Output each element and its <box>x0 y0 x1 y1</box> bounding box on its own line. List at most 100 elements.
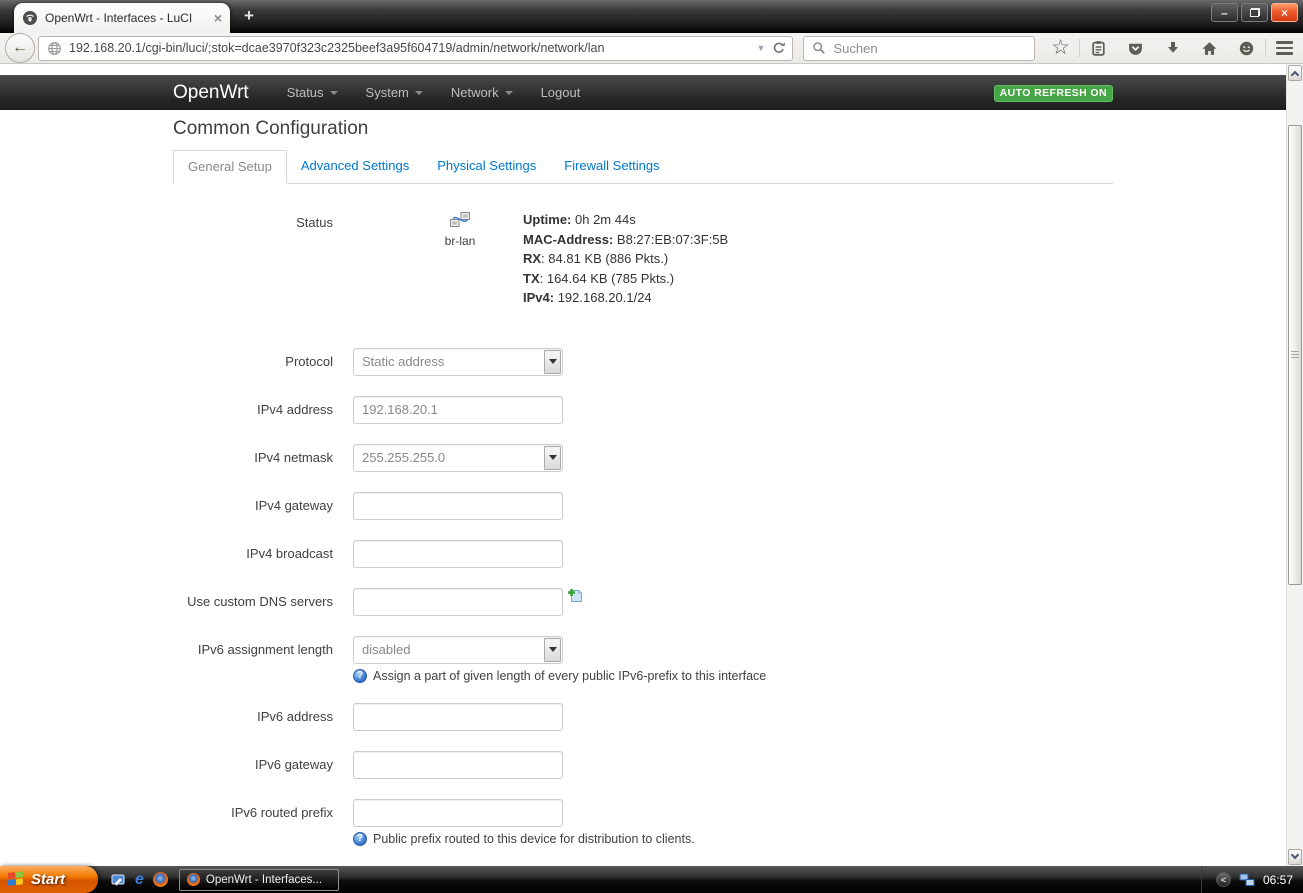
ipv4-gateway-input[interactable] <box>353 492 563 520</box>
tab-physical-settings[interactable]: Physical Settings <box>423 150 550 184</box>
help-text: Public prefix routed to this device for … <box>373 832 695 846</box>
window-restore-button[interactable] <box>1241 3 1268 22</box>
pocket-icon[interactable] <box>1117 33 1154 63</box>
menu-system[interactable]: System <box>352 85 437 100</box>
menu-status[interactable]: Status <box>273 85 352 100</box>
network-tray-icon[interactable] <box>1239 873 1255 887</box>
auto-refresh-badge: AUTO REFRESH ON <box>994 85 1113 102</box>
chevron-down-icon <box>415 91 423 95</box>
select-value: disabled <box>362 637 410 663</box>
url-text: 192.168.20.1/cgi-bin/luci/;stok=dcae3970… <box>69 41 753 55</box>
globe-icon <box>47 41 62 56</box>
scroll-up-button[interactable] <box>1288 65 1302 81</box>
luci-menu: StatusSystemNetwork <box>273 85 527 100</box>
hello-chat-icon[interactable] <box>1228 33 1265 63</box>
tray-collapse-icon[interactable]: < <box>1216 872 1231 887</box>
show-desktop-icon[interactable] <box>111 873 126 887</box>
system-tray: < 06:57 <box>1201 866 1303 893</box>
add-dns-entry-icon[interactable] <box>567 587 585 605</box>
form-row-ipv6-assignment-length: IPv6 assignment lengthdisabled?Assign a … <box>173 636 1113 683</box>
ipv6-assignment-length-select[interactable]: disabled <box>353 636 563 664</box>
use-custom-dns-servers-input[interactable] <box>353 588 563 616</box>
menu-network[interactable]: Network <box>437 85 527 100</box>
firefox-icon[interactable] <box>153 872 168 887</box>
form-row-use-custom-dns-servers: Use custom DNS servers <box>173 588 1113 616</box>
new-tab-button[interactable]: + <box>244 6 254 26</box>
tab-firewall-settings[interactable]: Firewall Settings <box>550 150 673 184</box>
tab-advanced-settings[interactable]: Advanced Settings <box>287 150 423 184</box>
task-label: OpenWrt - Interfaces... <box>206 874 322 886</box>
restore-icon <box>1250 8 1260 17</box>
bookmark-star-icon[interactable]: ☆ <box>1042 32 1079 62</box>
chevron-down-icon <box>505 91 513 95</box>
openwrt-favicon-icon <box>22 10 38 26</box>
back-button[interactable]: ← <box>5 33 35 63</box>
taskbar-task-button[interactable]: OpenWrt - Interfaces... <box>179 869 339 891</box>
chevron-down-icon[interactable] <box>544 638 561 662</box>
internet-explorer-icon[interactable]: e <box>135 872 144 888</box>
status-row: Status br-lan Uptime: 0h 2m 44sMAC-Addre… <box>173 210 1113 308</box>
form-field <box>353 540 563 568</box>
status-line: RX: 84.81 KB (886 Pkts.) <box>523 249 728 269</box>
help-text: Assign a part of given length of every p… <box>373 669 766 683</box>
window-minimize-button[interactable]: – <box>1211 3 1238 22</box>
home-icon[interactable] <box>1191 33 1228 63</box>
chevron-down-icon <box>1291 851 1299 859</box>
chevron-down-icon <box>330 91 338 95</box>
ipv6-address-input[interactable] <box>353 703 563 731</box>
openwrt-brand[interactable]: OpenWrt <box>173 82 249 104</box>
tab-close-icon[interactable]: × <box>214 11 222 25</box>
form-row-ipv4-broadcast: IPv4 broadcast <box>173 540 1113 568</box>
chevron-down-icon[interactable] <box>544 446 561 470</box>
form-row-ipv4-address: IPv4 address <box>173 396 1113 424</box>
url-bar[interactable]: 192.168.20.1/cgi-bin/luci/;stok=dcae3970… <box>38 36 793 61</box>
ipv4-broadcast-input[interactable] <box>353 540 563 568</box>
tabs: General SetupAdvanced SettingsPhysical S… <box>173 150 1113 184</box>
start-button[interactable]: Start <box>0 866 98 893</box>
vertical-scrollbar[interactable] <box>1286 64 1303 866</box>
ipv6-routed-prefix-label: IPv6 routed prefix <box>173 799 353 846</box>
search-placeholder: Suchen <box>833 41 877 56</box>
ipv6-gateway-input[interactable] <box>353 751 563 779</box>
reading-list-icon[interactable] <box>1080 33 1117 63</box>
menu-logout[interactable]: Logout <box>527 85 595 100</box>
use-custom-dns-servers-label: Use custom DNS servers <box>173 588 353 616</box>
form-field <box>353 492 563 520</box>
form-field <box>353 703 563 731</box>
form-field <box>353 588 563 616</box>
search-icon <box>812 41 826 55</box>
help-row: ? Public prefix routed to this device for… <box>353 832 695 846</box>
interface-name: br-lan <box>405 234 515 248</box>
form-row-ipv4-gateway: IPv4 gateway <box>173 492 1113 520</box>
status-label: Status <box>173 210 353 308</box>
reload-icon[interactable] <box>772 41 786 55</box>
browser-tab[interactable]: OpenWrt - Interfaces - LuCI × <box>14 3 230 33</box>
help-icon: ? <box>353 832 367 846</box>
logout-label: Logout <box>541 85 581 100</box>
ipv4-address-input[interactable] <box>353 396 563 424</box>
search-input[interactable]: Suchen <box>803 36 1035 61</box>
ipv4-netmask-select[interactable]: 255.255.255.0 <box>353 444 563 472</box>
start-label: Start <box>31 871 65 888</box>
menu-hamburger-icon[interactable] <box>1266 33 1303 63</box>
window-close-button[interactable]: × <box>1271 3 1298 22</box>
form-row-ipv6-routed-prefix: IPv6 routed prefix? Public prefix routed … <box>173 799 1113 846</box>
form-row-protocol: ProtocolStatic address <box>173 348 1113 376</box>
status-lines: Uptime: 0h 2m 44sMAC-Address: B8:27:EB:0… <box>523 210 728 308</box>
tab-general-setup[interactable]: General Setup <box>173 150 287 184</box>
chevron-down-icon[interactable] <box>544 350 561 374</box>
form-field: disabled?Assign a part of given length o… <box>353 636 766 683</box>
ipv6-routed-prefix-input[interactable] <box>353 799 563 827</box>
scroll-down-button[interactable] <box>1288 849 1302 865</box>
ipv6-gateway-label: IPv6 gateway <box>173 751 353 779</box>
ipv4-address-label: IPv4 address <box>173 396 353 424</box>
download-icon[interactable] <box>1154 33 1191 63</box>
form-field: 255.255.255.0 <box>353 444 563 472</box>
page-title: Common Configuration <box>173 118 1113 140</box>
protocol-select[interactable]: Static address <box>353 348 563 376</box>
url-history-dropdown-icon[interactable]: ▼ <box>757 43 766 53</box>
ipv4-gateway-label: IPv4 gateway <box>173 492 353 520</box>
status-line: MAC-Address: B8:27:EB:07:3F:5B <box>523 230 728 250</box>
scrollbar-thumb[interactable] <box>1288 125 1302 585</box>
form-field: ? Public prefix routed to this device for… <box>353 799 695 846</box>
